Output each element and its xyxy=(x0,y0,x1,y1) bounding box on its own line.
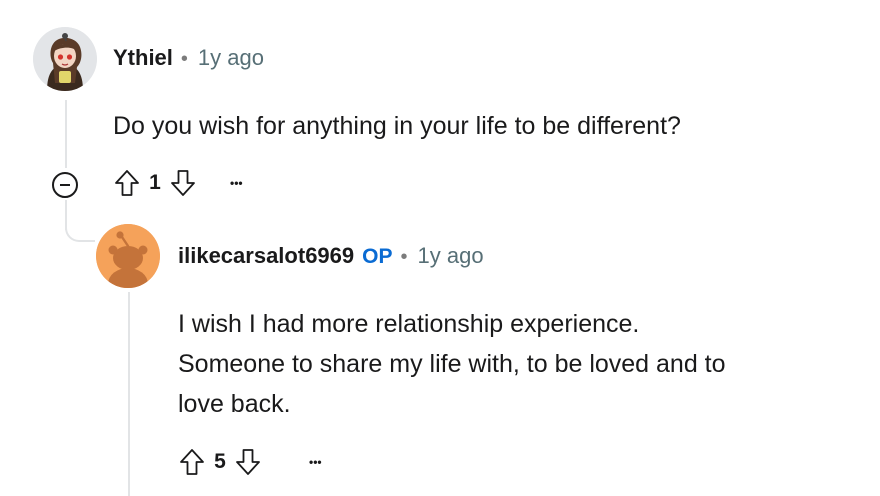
reply-body-line: Someone to share my life with, to be lov… xyxy=(178,350,726,378)
op-badge: OP xyxy=(362,245,393,268)
reply-body-line: love back. xyxy=(178,390,291,418)
comment-body: Do you wish for anything in your life to… xyxy=(113,112,681,140)
reply-thread-line xyxy=(128,292,130,496)
vote-score: 1 xyxy=(149,171,161,194)
reply-actions: 5 ••• xyxy=(175,445,322,479)
reply-username[interactable]: ilikecarsalot6969 xyxy=(178,243,354,269)
meta-separator: • xyxy=(180,48,188,70)
reply-body: I wish I had more relationship experienc… xyxy=(178,304,726,424)
downvote-arrow-icon xyxy=(171,170,195,196)
parent-thread-line xyxy=(65,100,67,168)
reply-connector-line xyxy=(65,212,95,242)
reply-avatar[interactable] xyxy=(96,224,160,288)
vote-score: 5 xyxy=(214,450,226,473)
collapse-thread-button[interactable] xyxy=(52,172,78,198)
downvote-arrow-icon xyxy=(236,449,260,475)
upvote-button[interactable] xyxy=(175,445,209,479)
default-snoo-avatar-icon xyxy=(96,224,160,288)
meta-separator: • xyxy=(400,246,408,268)
upvote-arrow-icon xyxy=(115,170,139,196)
reply-meta: ilikecarsalot6969 OP • 1y ago xyxy=(178,243,484,269)
comment-meta: Ythiel • 1y ago xyxy=(113,45,264,71)
avatar[interactable] xyxy=(33,27,97,91)
upvote-arrow-icon xyxy=(180,449,204,475)
more-options-button[interactable]: ••• xyxy=(230,177,243,189)
more-options-button[interactable]: ••• xyxy=(309,456,322,468)
downvote-button[interactable] xyxy=(166,166,200,200)
comment-actions: 1 ••• xyxy=(110,166,243,200)
anime-girl-avatar-icon xyxy=(33,27,97,91)
reply-timestamp[interactable]: 1y ago xyxy=(418,243,484,269)
upvote-button[interactable] xyxy=(110,166,144,200)
comment-timestamp[interactable]: 1y ago xyxy=(198,45,264,71)
reply-body-line: I wish I had more relationship experienc… xyxy=(178,310,640,338)
downvote-button[interactable] xyxy=(231,445,265,479)
comment-username[interactable]: Ythiel xyxy=(113,45,173,71)
